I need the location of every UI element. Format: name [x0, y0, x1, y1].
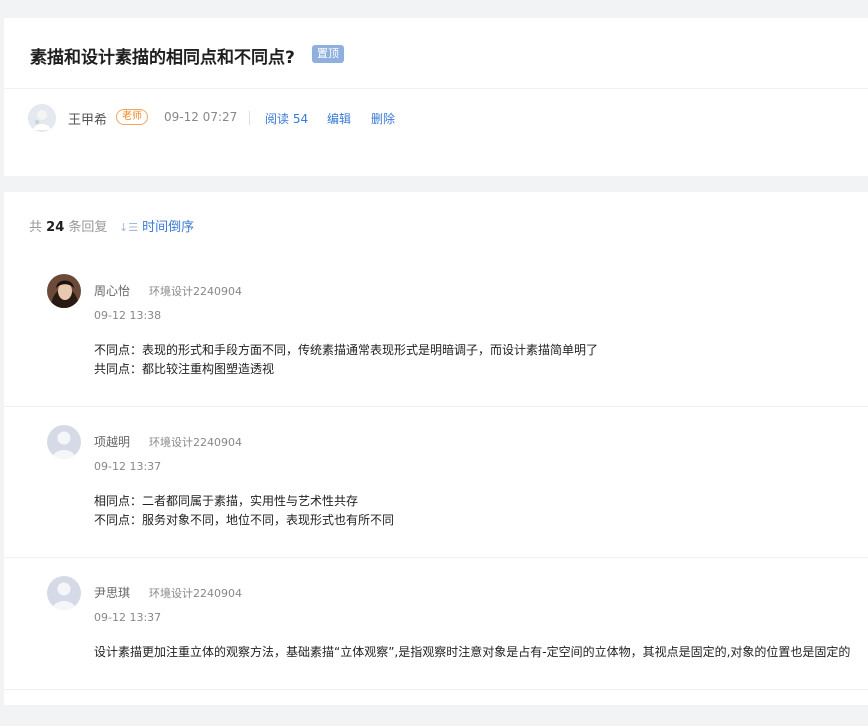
user-avatar[interactable]	[47, 425, 81, 459]
sort-toggle[interactable]: ↓☰ 时间倒序	[119, 216, 194, 235]
post-header: 素描和设计素描的相同点和不同点? 置顶 王甲希 老师 09-12 07:27 阅…	[4, 18, 868, 176]
reply-time: 09-12 13:38	[94, 309, 162, 322]
reply-class: 环境设计2240904	[149, 587, 242, 600]
sort-label: 时间倒序	[142, 220, 195, 235]
reply-item: 尹思琪 环境设计2240904 09-12 13:37 设计素描更加注重立体的观…	[4, 576, 868, 726]
read-count-link[interactable]: 阅读 54	[265, 110, 308, 127]
reply-item: 周心怡 环境设计2240904 09-12 13:38 不同点：表现的形式和手段…	[4, 274, 868, 424]
reply-count-number: 24	[46, 220, 65, 235]
author-name[interactable]: 王甲希	[68, 109, 107, 128]
delete-button[interactable]: 删除	[371, 110, 395, 127]
reply-content: 相同点：二者都同属于素描，实用性与艺术性共存 不同点：服务对象不同，地位不同，表…	[94, 492, 394, 530]
reply-line: 设计素描更加注重立体的观察方法，基础素描“立体观察”,是指观察时注意对象是占有-…	[94, 645, 851, 659]
reply-count-suffix: 条回复	[68, 220, 108, 235]
reply-item: 项越明 环境设计2240904 09-12 13:37 相同点：二者都同属于素描…	[4, 425, 868, 575]
replies-section: 共 24 条回复 ↓☰ 时间倒序 周心怡 环境设计2240904 09-12 13…	[4, 192, 868, 705]
edit-button[interactable]: 编辑	[327, 110, 351, 127]
reply-time: 09-12 13:37	[94, 611, 162, 624]
reply-author[interactable]: 周心怡	[94, 282, 130, 299]
reply-content: 不同点：表现的形式和手段方面不同，传统素描通常表现形式是明暗调子，而设计素描简单…	[94, 341, 598, 379]
reply-class: 环境设计2240904	[149, 436, 242, 449]
reply-line: 共同点：都比较注重构图塑造透视	[94, 362, 275, 376]
divider	[4, 689, 868, 690]
post-time: 09-12 07:27	[164, 110, 238, 124]
reply-line: 不同点：表现的形式和手段方面不同，传统素描通常表现形式是明暗调子，而设计素描简单…	[94, 343, 599, 357]
user-avatar[interactable]	[47, 274, 81, 308]
reply-count: 共 24 条回复	[29, 216, 107, 235]
post-meta: 王甲希 老师 09-12 07:27 阅读 54 编辑 删除	[28, 104, 848, 132]
post-title: 素描和设计素描的相同点和不同点?	[30, 48, 295, 68]
divider	[4, 406, 868, 407]
user-avatar[interactable]	[47, 576, 81, 610]
reply-author[interactable]: 项越明	[94, 433, 130, 450]
reply-count-prefix: 共	[29, 220, 43, 235]
reply-line: 相同点：二者都同属于素描，实用性与艺术性共存	[94, 494, 359, 508]
author-avatar	[28, 104, 56, 132]
reply-class: 环境设计2240904	[149, 285, 242, 298]
sort-descending-icon: ↓☰	[119, 221, 139, 234]
pin-badge: 置顶	[312, 45, 344, 63]
reply-content: 设计素描更加注重立体的观察方法，基础素描“立体观察”,是指观察时注意对象是占有-…	[94, 643, 850, 662]
teacher-badge: 老师	[116, 109, 148, 125]
separator	[249, 111, 250, 125]
reply-time: 09-12 13:37	[94, 460, 162, 473]
divider	[4, 88, 868, 89]
reply-author[interactable]: 尹思琪	[94, 584, 130, 601]
divider	[4, 557, 868, 558]
reply-line: 不同点：服务对象不同，地位不同，表现形式也有所不同	[94, 513, 395, 527]
